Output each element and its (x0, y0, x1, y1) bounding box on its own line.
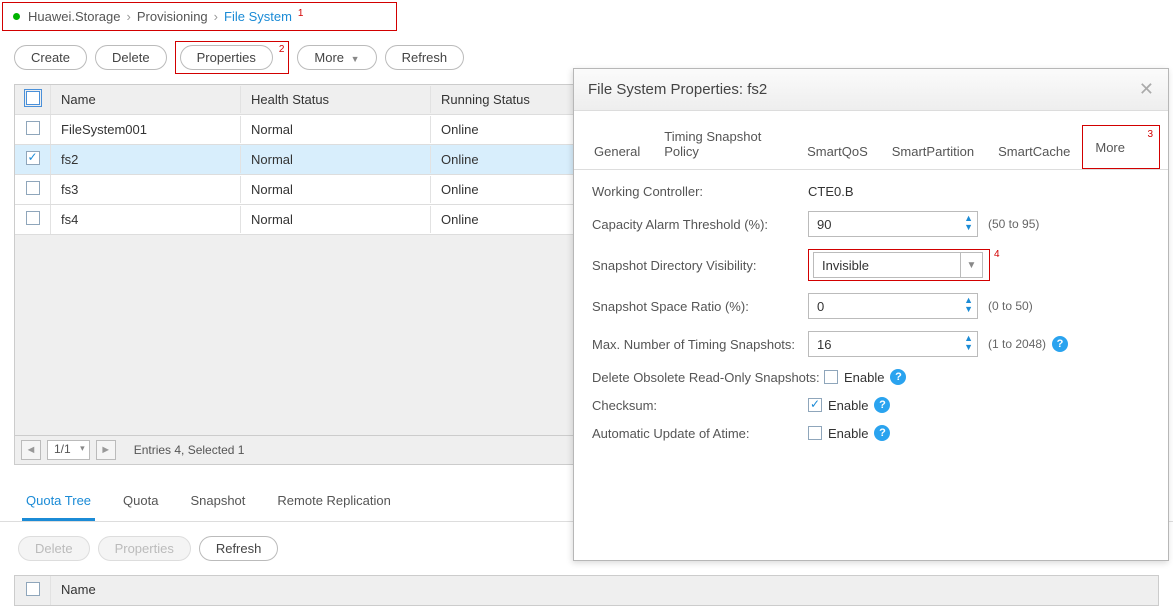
spinner-icon[interactable]: ▲▼ (964, 296, 973, 314)
dialog-tab-smartcache[interactable]: SmartCache (986, 134, 1082, 169)
column-health[interactable]: Health Status (241, 86, 431, 113)
row-checkbox[interactable] (26, 121, 40, 135)
row-checkbox[interactable] (26, 211, 40, 225)
tab-quota-tree[interactable]: Quota Tree (22, 483, 95, 521)
delete-button[interactable]: Delete (95, 45, 167, 70)
crumb-provisioning[interactable]: Provisioning (137, 9, 208, 24)
label-snapshot-ratio: Snapshot Space Ratio (%): (592, 299, 808, 314)
input-capacity-alarm[interactable]: 90 ▲▼ (808, 211, 978, 237)
spinner-icon[interactable]: ▲▼ (964, 334, 973, 352)
hint-capacity-alarm: (50 to 95) (988, 217, 1039, 231)
label-atime: Automatic Update of Atime: (592, 426, 808, 441)
refresh-button[interactable]: Refresh (385, 45, 465, 70)
row-checkbox[interactable] (26, 181, 40, 195)
help-icon[interactable]: ? (890, 369, 906, 385)
dialog-titlebar[interactable]: File System Properties: fs2 ✕ (574, 69, 1168, 111)
more-button[interactable]: More ▼ (297, 45, 376, 70)
cell-health: Normal (241, 116, 431, 143)
label-working-controller: Working Controller: (592, 184, 808, 199)
tab-quota[interactable]: Quota (119, 483, 162, 521)
pager-page-select[interactable]: 1/1 (47, 440, 90, 460)
snapshot-visibility-highlight: Invisible ▼ (808, 249, 990, 281)
breadcrumb: Huawei.Storage › Provisioning › File Sys… (2, 2, 397, 31)
label-delete-obsolete: Delete Obsolete Read-Only Snapshots: (592, 370, 824, 385)
dialog-tab-timing-snapshot[interactable]: Timing Snapshot Policy (652, 119, 795, 169)
value-snapshot-visibility: Invisible (822, 258, 869, 273)
dialog-tab-smartqos[interactable]: SmartQoS (795, 134, 880, 169)
detail-refresh-button[interactable]: Refresh (199, 536, 279, 561)
help-icon[interactable]: ? (1052, 336, 1068, 352)
chevron-right-icon: › (214, 9, 218, 24)
tab-snapshot[interactable]: Snapshot (186, 483, 249, 521)
select-snapshot-visibility[interactable]: Invisible ▼ (813, 252, 983, 278)
input-snapshot-ratio[interactable]: 0 ▲▼ (808, 293, 978, 319)
row-checkbox[interactable] (26, 151, 40, 165)
crumb-root[interactable]: Huawei.Storage (28, 9, 121, 24)
hint-max-snapshots: (1 to 2048) (988, 337, 1046, 351)
properties-button-highlight: Properties 2 (175, 41, 290, 74)
subgrid-header: Name (15, 576, 1158, 605)
cell-name: fs4 (51, 206, 241, 233)
label-max-snapshots: Max. Number of Timing Snapshots: (592, 337, 808, 352)
dialog-form: Working Controller: CTE0.B Capacity Alar… (574, 170, 1168, 441)
label-checksum: Checksum: (592, 398, 808, 413)
dialog-tab-smartpartition[interactable]: SmartPartition (880, 134, 986, 169)
label-snapshot-visibility: Snapshot Directory Visibility: (592, 258, 808, 273)
value-working-controller: CTE0.B (808, 184, 854, 199)
help-icon[interactable]: ? (874, 397, 890, 413)
checkbox-delete-obsolete[interactable] (824, 370, 838, 384)
cell-health: Normal (241, 176, 431, 203)
step-marker-3: 3 (1147, 130, 1153, 140)
cell-name: fs2 (51, 146, 241, 173)
step-marker-4: 4 (994, 249, 1000, 260)
properties-dialog: File System Properties: fs2 ✕ General Ti… (573, 68, 1169, 561)
chevron-right-icon: › (127, 9, 131, 24)
spinner-icon[interactable]: ▲▼ (964, 214, 973, 232)
value-max-snapshots: 16 (817, 337, 831, 352)
crumb-filesystem[interactable]: File System (224, 9, 292, 24)
dialog-tabs: General Timing Snapshot Policy SmartQoS … (574, 119, 1168, 170)
column-name[interactable]: Name (51, 86, 241, 113)
chevron-down-icon: ▼ (351, 54, 360, 64)
step-marker-2: 2 (279, 45, 285, 55)
chevron-down-icon[interactable]: ▼ (960, 253, 982, 277)
value-snapshot-ratio: 0 (817, 299, 824, 314)
quota-tree-grid: Name (14, 575, 1159, 606)
dialog-tab-more[interactable]: More (1083, 130, 1137, 165)
cell-health: Normal (241, 146, 431, 173)
checkbox-checksum[interactable] (808, 398, 822, 412)
create-button[interactable]: Create (14, 45, 87, 70)
enable-label: Enable (828, 426, 868, 441)
enable-label: Enable (844, 370, 884, 385)
dialog-title: File System Properties: fs2 (588, 81, 767, 98)
input-max-snapshots[interactable]: 16 ▲▼ (808, 331, 978, 357)
pager-next-button[interactable]: ► (96, 440, 116, 460)
select-all-checkbox[interactable] (26, 91, 40, 105)
detail-properties-button[interactable]: Properties (98, 536, 191, 561)
enable-label: Enable (828, 398, 868, 413)
pager-prev-button[interactable]: ◄ (21, 440, 41, 460)
sub-select-all-checkbox[interactable] (26, 582, 40, 596)
properties-button[interactable]: Properties (180, 45, 273, 70)
detail-delete-button[interactable]: Delete (18, 536, 90, 561)
more-button-label: More (314, 50, 344, 65)
hint-snapshot-ratio: (0 to 50) (988, 299, 1033, 313)
checkbox-atime[interactable] (808, 426, 822, 440)
pager-status: Entries 4, Selected 1 (134, 443, 245, 457)
cell-health: Normal (241, 206, 431, 233)
label-capacity-alarm: Capacity Alarm Threshold (%): (592, 217, 808, 232)
dialog-tab-general[interactable]: General (582, 134, 652, 169)
close-icon[interactable]: ✕ (1139, 79, 1154, 100)
cell-name: fs3 (51, 176, 241, 203)
cell-name: FileSystem001 (51, 116, 241, 143)
dialog-tab-more-highlight: More 3 (1082, 125, 1160, 169)
help-icon[interactable]: ? (874, 425, 890, 441)
step-marker-1: 1 (298, 9, 304, 19)
value-capacity-alarm: 90 (817, 217, 831, 232)
tab-remote-replication[interactable]: Remote Replication (273, 483, 394, 521)
status-dot-icon (13, 13, 20, 20)
sub-column-name[interactable]: Name (51, 576, 1158, 605)
